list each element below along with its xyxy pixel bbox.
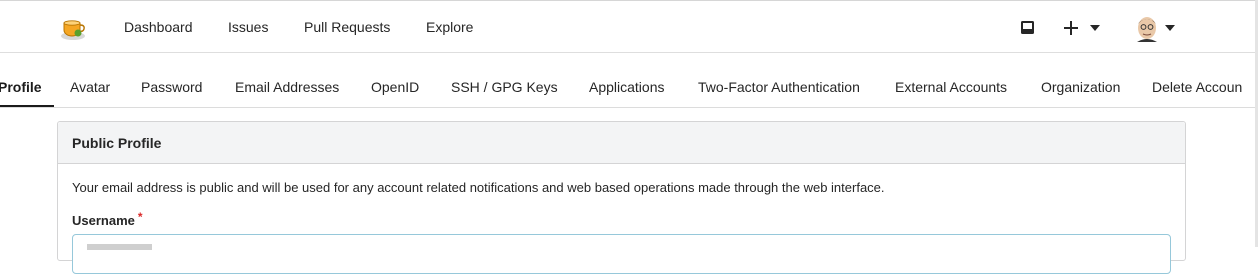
tab-two-factor-authentication[interactable]: Two-Factor Authentication (698, 79, 860, 95)
tab-delete-account[interactable]: Delete Accoun (1152, 79, 1242, 95)
tab-organization[interactable]: Organization (1041, 79, 1120, 95)
active-tab-indicator (0, 105, 54, 107)
panel-title: Public Profile (72, 135, 162, 151)
tea-cup-logo[interactable] (59, 14, 87, 42)
nav-issues[interactable]: Issues (228, 19, 268, 35)
panel-header: Public Profile (58, 122, 1185, 164)
tab-openid[interactable]: OpenID (371, 79, 419, 95)
nav-explore[interactable]: Explore (426, 19, 473, 35)
tab-applications[interactable]: Applications (589, 79, 665, 95)
tab-email-addresses[interactable]: Email Addresses (235, 79, 339, 95)
inbox-icon[interactable] (1020, 20, 1035, 35)
plus-icon[interactable] (1064, 21, 1078, 35)
username-label: Username * (72, 210, 143, 228)
username-input[interactable] (72, 234, 1171, 274)
tab-ssh-gpg-keys[interactable]: SSH / GPG Keys (451, 79, 558, 95)
public-profile-panel: Public Profile Your email address is pub… (57, 121, 1186, 274)
tab-password[interactable]: Password (141, 79, 202, 95)
email-public-notice: Your email address is public and will be… (72, 180, 885, 195)
avatar[interactable] (1134, 14, 1160, 42)
required-asterisk: * (137, 210, 143, 224)
top-navbar: Dashboard Issues Pull Requests Explore (0, 0, 1258, 53)
nav-pull-requests[interactable]: Pull Requests (304, 19, 390, 35)
chevron-down-icon[interactable] (1165, 25, 1175, 31)
username-label-text: Username (72, 213, 135, 228)
settings-tabs: Profile Avatar Password Email Addresses … (0, 53, 1258, 108)
tab-profile[interactable]: Profile (0, 79, 42, 95)
username-value-redacted (87, 244, 152, 250)
nav-dashboard[interactable]: Dashboard (124, 19, 193, 35)
tab-avatar[interactable]: Avatar (70, 79, 110, 95)
chevron-down-icon[interactable] (1090, 25, 1100, 31)
tab-external-accounts[interactable]: External Accounts (895, 79, 1007, 95)
